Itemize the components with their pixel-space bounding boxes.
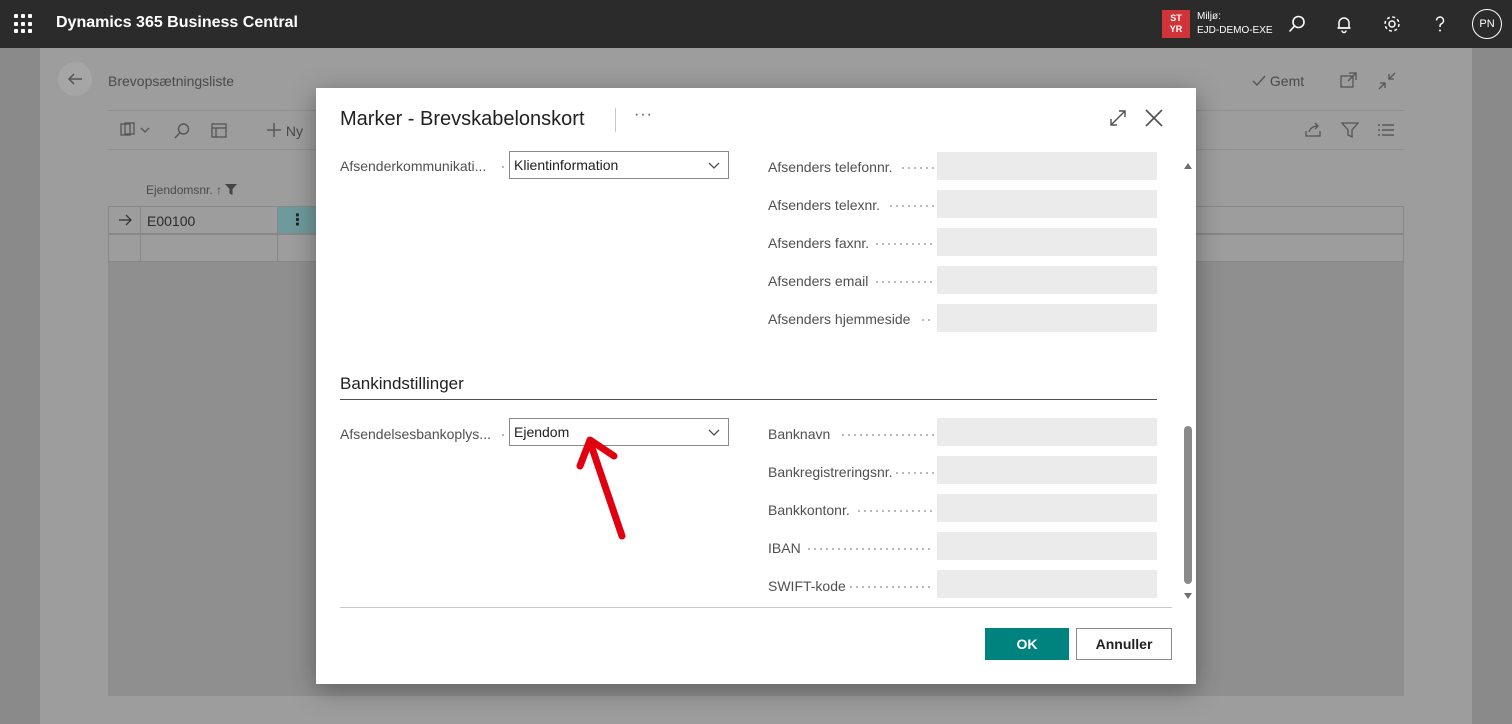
scroll-down-arrow-icon[interactable] [1183, 592, 1193, 600]
afsenderkommunikation-label: Afsenderkommunikati... [340, 158, 487, 174]
background-page-title: Brevopsætningsliste [108, 73, 235, 89]
afsendelsesbankoplysninger-label: Afsendelsesbankoplys... [340, 426, 491, 442]
row-selector-arrow-icon[interactable] [109, 207, 141, 233]
expand-icon[interactable] [1108, 108, 1128, 128]
afsenders-email-field[interactable] [937, 266, 1157, 294]
iban-field[interactable] [937, 532, 1157, 560]
dialog-scrollbar-thumb[interactable] [1184, 426, 1192, 584]
environment-badge: ST YR [1162, 10, 1190, 38]
user-avatar[interactable]: PN [1472, 9, 1502, 39]
back-button[interactable] [58, 62, 92, 96]
app-title[interactable]: Dynamics 365 Business Central [56, 14, 298, 32]
more-options-button[interactable]: ··· [634, 106, 653, 124]
ok-button[interactable]: OK [985, 628, 1069, 660]
annotation-arrow-icon [576, 436, 626, 540]
section-divider [340, 399, 1157, 400]
search-icon[interactable] [1285, 12, 1309, 36]
scroll-up-arrow-icon[interactable] [1183, 162, 1193, 170]
edit-list-icon[interactable] [210, 122, 228, 143]
afsenders-email-label: Afsenders email [768, 273, 869, 289]
cancel-button[interactable]: Annuller [1076, 628, 1172, 660]
app-launcher-icon[interactable] [14, 14, 34, 34]
brevskabelonskort-dialog: Marker - Brevskabelonskort ··· Afsenderk… [316, 88, 1196, 684]
swift-kode-label: SWIFT-kode [768, 578, 846, 594]
chevron-down-icon [708, 429, 720, 436]
bankkontonr-label: Bankkontonr. [768, 502, 850, 518]
swift-kode-field[interactable] [937, 570, 1157, 598]
view-switcher-icon[interactable] [120, 122, 150, 141]
environment-label[interactable]: Miljø: EJD-DEMO-EXE [1197, 10, 1273, 38]
row-actions-icon[interactable]: ⋮ [277, 207, 317, 233]
banknavn-label: Banknavn [768, 426, 831, 442]
saved-status: Gemt [1252, 73, 1304, 89]
afsenders-telefonnr-label: Afsenders telefonnr. [768, 159, 893, 175]
bankregistreringsnr-label: Bankregistreringsnr. [768, 464, 893, 480]
title-divider [615, 108, 616, 132]
dialog-title: Marker - Brevskabelonskort [340, 108, 585, 130]
notification-bell-icon[interactable] [1332, 12, 1356, 36]
afsenders-faxnr-field[interactable] [937, 228, 1157, 256]
afsenders-telexnr-field[interactable] [937, 190, 1157, 218]
bankindstillinger-section-title[interactable]: Bankindstillinger [340, 374, 464, 394]
afsenders-telexnr-label: Afsenders telexnr. [768, 197, 881, 213]
close-icon[interactable] [1144, 108, 1164, 128]
collapse-icon[interactable] [1378, 72, 1396, 93]
banknavn-field[interactable] [937, 418, 1157, 446]
footer-divider [340, 607, 1172, 608]
bankkontonr-field[interactable] [937, 494, 1157, 522]
afsenders-telefonnr-field[interactable] [937, 152, 1157, 180]
afsenders-faxnr-label: Afsenders faxnr. [768, 235, 870, 251]
top-bar: Dynamics 365 Business Central ST YR Milj… [0, 0, 1512, 48]
settings-gear-icon[interactable] [1380, 12, 1404, 36]
new-button[interactable]: Ny [266, 122, 303, 139]
bg-search-icon[interactable] [173, 122, 191, 143]
list-view-icon[interactable] [1377, 122, 1395, 141]
ejendomsnr-cell[interactable]: E00100 [147, 213, 195, 229]
iban-label: IBAN [768, 540, 801, 556]
chevron-down-icon [708, 162, 720, 169]
filter-icon[interactable] [1340, 122, 1360, 141]
share-icon[interactable] [1304, 122, 1322, 141]
column-header-ejendomsnr[interactable]: Ejendomsnr. ↑ [146, 183, 238, 197]
bankregistreringsnr-field[interactable] [937, 456, 1157, 484]
afsenders-hjemmeside-field[interactable] [937, 304, 1157, 332]
open-in-new-window-icon[interactable] [1340, 72, 1358, 91]
afsenderkommunikation-select[interactable]: Klientinformation [509, 151, 729, 179]
help-icon[interactable] [1428, 12, 1452, 36]
afsenders-hjemmeside-label: Afsenders hjemmeside [768, 311, 911, 327]
